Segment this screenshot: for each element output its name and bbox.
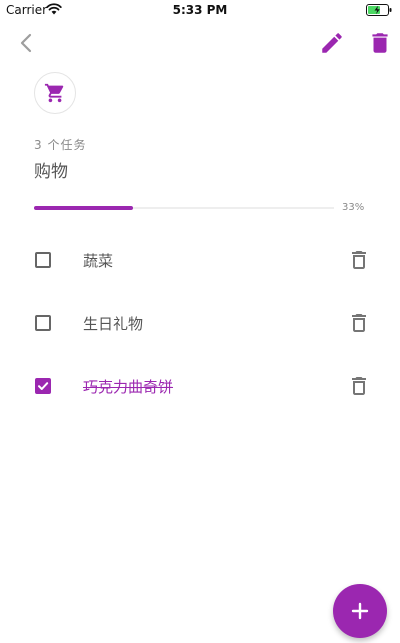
back-button[interactable]	[14, 30, 40, 56]
task-row[interactable]: 生日礼物	[0, 304, 400, 344]
task-label: 生日礼物	[83, 315, 144, 333]
chevron-left-icon	[20, 33, 32, 53]
delete-task-button[interactable]	[347, 374, 371, 398]
progress-label: 33%	[342, 202, 365, 213]
checkmark-icon	[38, 382, 49, 390]
category-avatar	[34, 72, 76, 114]
trash-outline-icon	[352, 314, 366, 332]
task-label: 巧克力曲奇饼	[83, 378, 174, 396]
edit-button[interactable]	[319, 30, 345, 56]
task-checkbox[interactable]	[35, 252, 51, 268]
shopping-cart-icon	[44, 83, 64, 103]
pencil-icon	[322, 33, 342, 53]
trash-icon	[372, 33, 388, 53]
trash-outline-icon	[352, 377, 366, 395]
task-checkbox-checked[interactable]	[35, 378, 51, 394]
add-task-button[interactable]	[333, 584, 387, 638]
battery-charging-icon	[366, 4, 392, 16]
status-bar: Carrier 5:33 PM	[0, 0, 400, 20]
delete-task-button[interactable]	[347, 248, 371, 272]
task-checkbox[interactable]	[35, 315, 51, 331]
delete-task-button[interactable]	[347, 311, 371, 335]
task-label: 蔬菜	[83, 252, 114, 270]
task-row[interactable]: 巧克力曲奇饼	[0, 367, 400, 407]
task-row[interactable]: 蔬菜	[0, 241, 400, 281]
delete-list-button[interactable]	[367, 30, 393, 56]
clock: 5:33 PM	[172, 3, 228, 17]
task-count: 3 个任务	[34, 138, 87, 152]
progress-bar	[34, 206, 334, 210]
plus-icon	[351, 602, 369, 620]
list-title: 购物	[34, 162, 68, 182]
trash-outline-icon	[352, 251, 366, 269]
progress-fill	[34, 206, 133, 210]
